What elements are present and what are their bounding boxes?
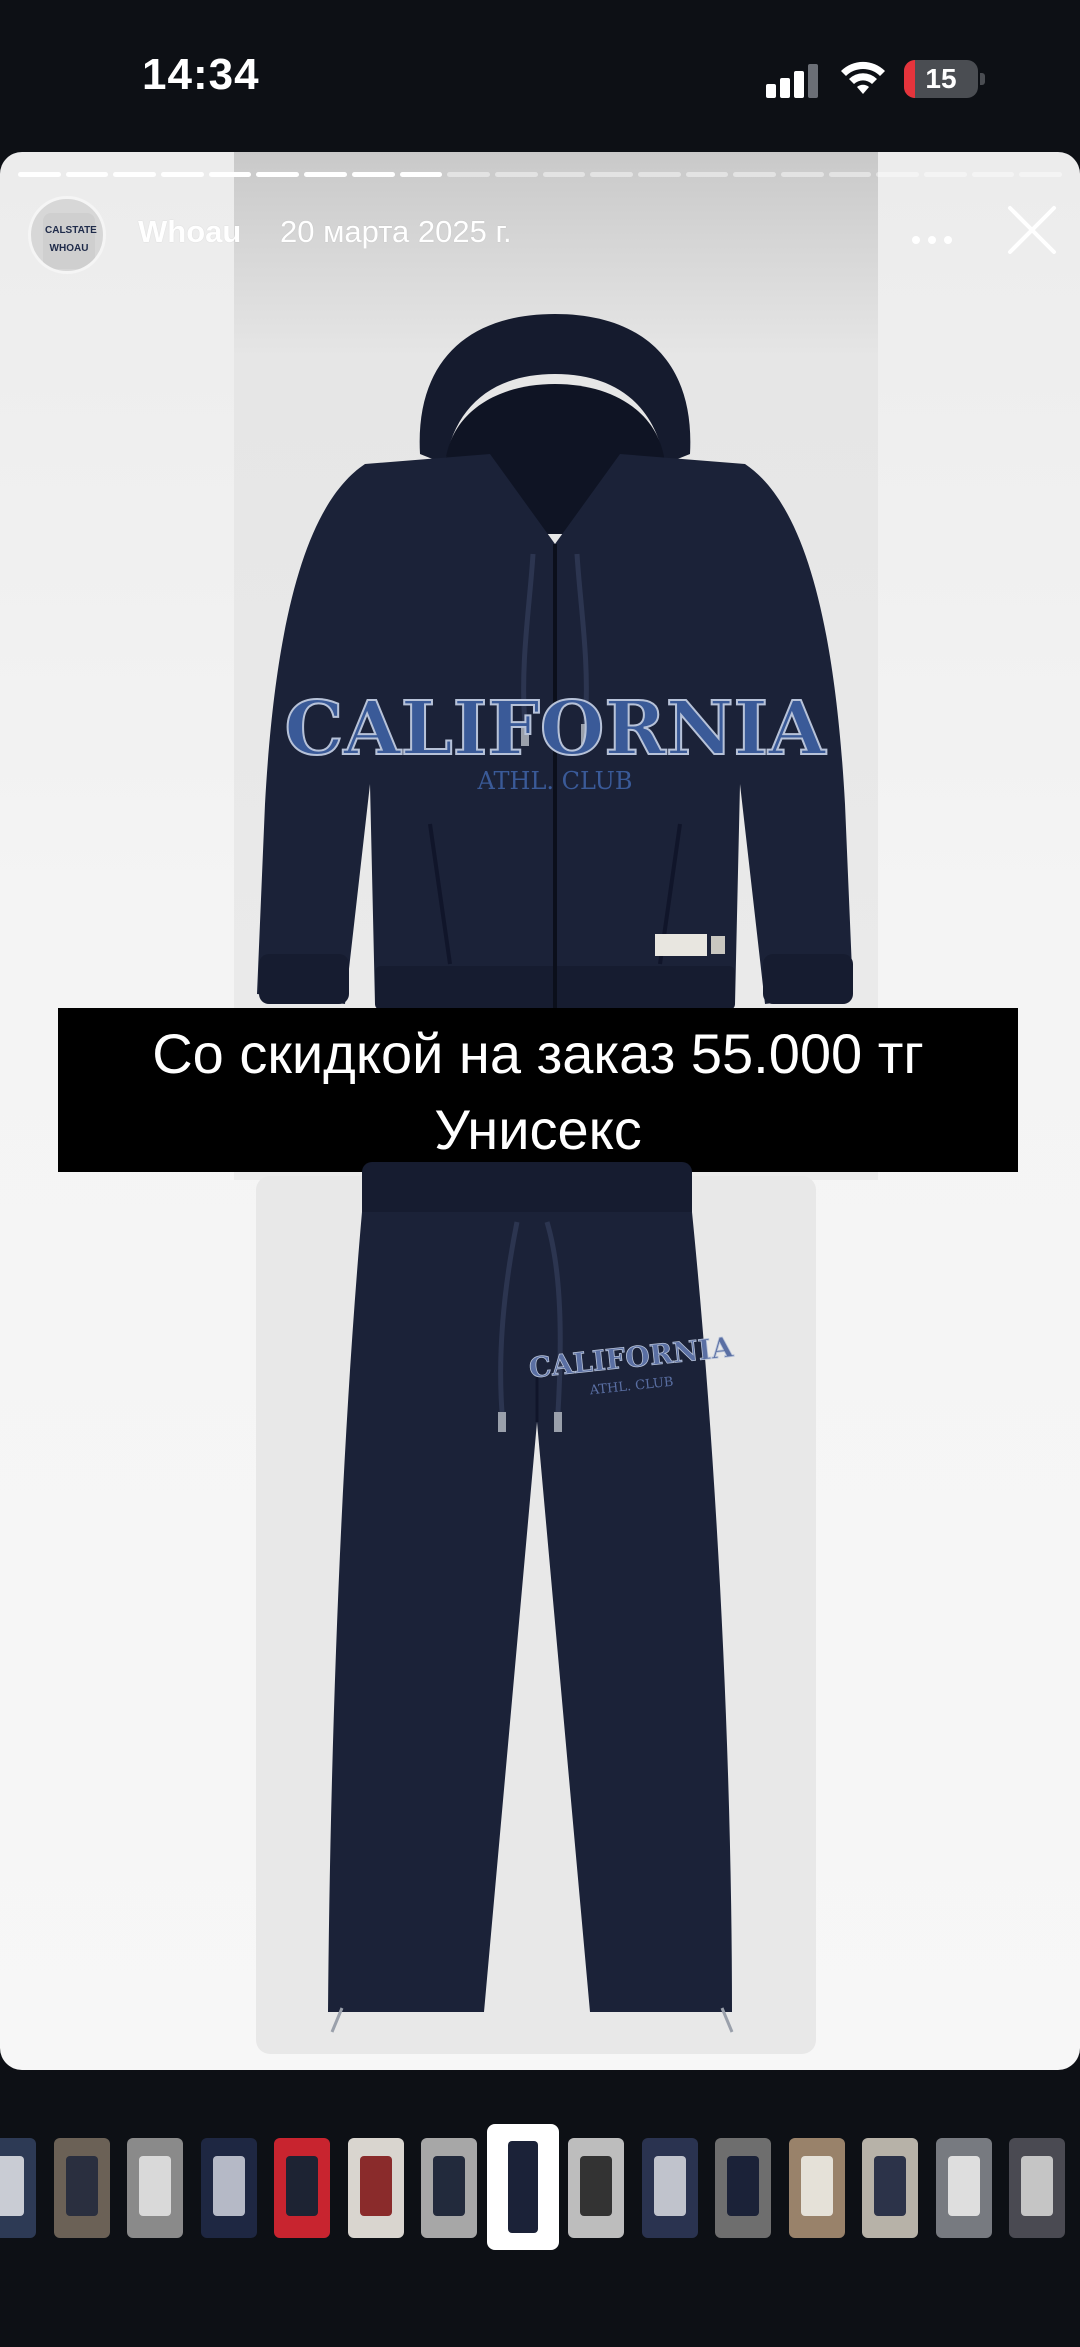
story-progress-bar bbox=[18, 172, 1063, 177]
thumbnail[interactable] bbox=[935, 2138, 992, 2238]
story-viewer-screen: 14:34 15 CALIFORNIA ATHL. CLUB Со скидко… bbox=[0, 0, 1080, 2347]
progress-segment bbox=[494, 172, 538, 177]
progress-segment bbox=[781, 172, 824, 177]
thumbnail[interactable] bbox=[862, 2138, 918, 2238]
thumbnail[interactable] bbox=[715, 2138, 771, 2238]
status-bar: 14:34 15 bbox=[0, 0, 1080, 150]
progress-segment bbox=[924, 172, 967, 177]
story-date: 20 марта 2025 г. bbox=[280, 214, 512, 249]
progress-segment bbox=[113, 172, 157, 177]
progress-segment bbox=[685, 172, 729, 177]
thumbnail[interactable] bbox=[641, 2138, 698, 2238]
progress-segment bbox=[971, 172, 1015, 177]
avatar[interactable]: CALSTATE WHOAU bbox=[28, 196, 106, 274]
progress-segment bbox=[208, 172, 252, 177]
battery-level: 15 bbox=[925, 63, 957, 94]
thumbnail[interactable] bbox=[127, 2138, 183, 2238]
story-header: CALSTATE WHOAU Whoau 20 марта 2025 г. bbox=[0, 196, 1080, 286]
progress-segment bbox=[256, 172, 300, 177]
thumbnail[interactable] bbox=[0, 2138, 36, 2238]
thumbnail-active[interactable] bbox=[486, 2124, 559, 2250]
progress-segment bbox=[733, 172, 776, 177]
thumbnail[interactable] bbox=[1009, 2138, 1065, 2238]
status-time: 14:34 bbox=[142, 50, 260, 99]
progress-segment bbox=[351, 172, 395, 177]
battery-icon: 15 bbox=[904, 60, 985, 98]
story-caption: Со скидкой на заказ 55.000 тг Унисекс bbox=[58, 1008, 1018, 1172]
progress-segment bbox=[590, 172, 633, 177]
hoodie-print-sub: ATHL. CLUB bbox=[476, 767, 632, 795]
story-thumbnail-strip[interactable] bbox=[0, 2124, 1080, 2256]
wifi-icon bbox=[841, 61, 885, 94]
thumbnail[interactable] bbox=[200, 2138, 257, 2238]
avatar-text-top: CALSTATE bbox=[45, 225, 97, 236]
hoodie-print-main: CALIFORNIA bbox=[284, 686, 827, 772]
progress-segment bbox=[18, 172, 61, 177]
caption-line-unisex: Унисекс bbox=[434, 1098, 642, 1161]
progress-segment bbox=[399, 172, 443, 177]
progress-segment bbox=[161, 172, 204, 177]
pants-image: CALIFORNIA ATHL. CLUB bbox=[328, 1162, 736, 2033]
story-card[interactable]: CALIFORNIA ATHL. CLUB Со скидкой на зака… bbox=[0, 152, 1080, 2070]
progress-segment bbox=[637, 172, 681, 177]
progress-segment bbox=[828, 172, 872, 177]
story-username[interactable]: Whoau bbox=[138, 214, 241, 250]
progress-segment bbox=[65, 172, 109, 177]
caption-line-price: Со скидкой на заказ 55.000 тг bbox=[152, 1022, 924, 1085]
avatar-text-bottom: WHOAU bbox=[49, 243, 89, 254]
thumbnail[interactable] bbox=[421, 2138, 477, 2238]
thumbnail[interactable] bbox=[347, 2138, 404, 2238]
thumbnail[interactable] bbox=[274, 2138, 330, 2238]
thumbnail[interactable] bbox=[53, 2138, 110, 2238]
signal-icon bbox=[766, 62, 822, 98]
close-icon[interactable] bbox=[1006, 204, 1058, 256]
more-icon[interactable] bbox=[912, 236, 956, 246]
progress-segment bbox=[447, 172, 490, 177]
progress-segment bbox=[1019, 172, 1063, 177]
progress-segment bbox=[542, 172, 586, 177]
progress-segment bbox=[876, 172, 920, 177]
thumbnail[interactable] bbox=[568, 2138, 624, 2238]
thumbnail[interactable] bbox=[788, 2138, 845, 2238]
progress-segment bbox=[304, 172, 347, 177]
